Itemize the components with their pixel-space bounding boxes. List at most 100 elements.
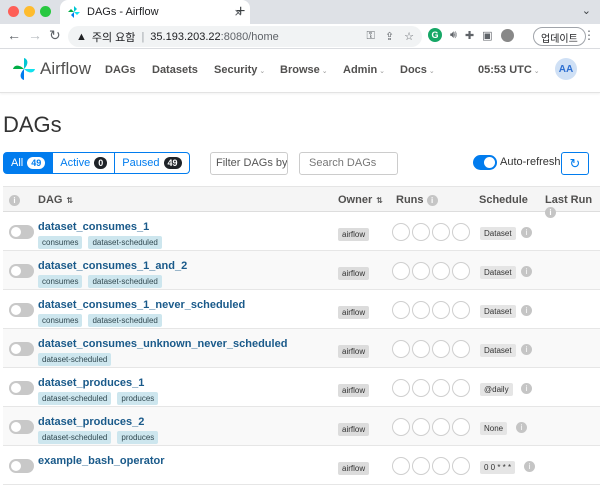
profile-icon[interactable] [500,28,514,42]
run-status-circle[interactable] [392,340,410,358]
run-status-circle[interactable] [432,340,450,358]
run-status-circle[interactable] [452,340,470,358]
dag-tag[interactable]: produces [117,392,159,405]
minimize-window-icon[interactable] [24,6,35,17]
brand-logo[interactable]: Airflow [12,57,91,81]
dag-link[interactable]: dataset_consumes_1_never_scheduled [38,299,245,311]
more-menu-icon[interactable]: ⋮ [583,28,595,42]
nav-admin[interactable]: Admin ⌄ [343,64,385,76]
schedule-badge[interactable]: @daily [480,383,513,396]
info-icon[interactable]: i [9,194,20,206]
pause-toggle[interactable] [9,303,34,317]
update-button[interactable]: 업데이트 [533,27,586,46]
filter-paused[interactable]: Paused 49 [115,152,190,174]
run-status-circle[interactable] [432,379,450,397]
run-status-circle[interactable] [412,379,430,397]
schedule-badge[interactable]: Dataset [480,227,516,240]
dag-link[interactable]: dataset_consumes_1 [38,221,149,233]
dag-tag[interactable]: produces [117,431,159,444]
nav-dags[interactable]: DAGs [105,64,136,76]
dag-link[interactable]: dataset_produces_1 [38,377,144,389]
nav-browse[interactable]: Browse ⌄ [280,64,328,76]
info-icon[interactable]: i [426,194,438,206]
dag-link[interactable]: example_bash_operator [38,455,165,467]
info-icon[interactable]: i [521,305,532,316]
run-status-circle[interactable] [452,262,470,280]
speaker-icon[interactable]: 🔊︎ [450,29,457,42]
run-status-circle[interactable] [432,262,450,280]
info-icon[interactable]: i [524,461,535,472]
schedule-badge[interactable]: None [480,422,508,435]
owner-badge[interactable]: airflow [338,345,370,358]
dag-tag[interactable]: dataset-scheduled [38,431,112,444]
run-status-circle[interactable] [452,457,470,475]
nav-datasets[interactable]: Datasets [152,64,198,76]
run-status-circle[interactable] [452,223,470,241]
run-status-circle[interactable] [412,418,430,436]
tab-search-icon[interactable]: ⌄ [582,4,591,17]
nav-docs[interactable]: Docs ⌄ [400,64,435,76]
user-avatar[interactable]: AA [555,58,577,80]
run-status-circle[interactable] [452,379,470,397]
search-input[interactable]: Search DAGs [299,152,398,175]
schedule-badge[interactable]: Dataset [480,344,516,357]
info-icon[interactable]: i [516,422,527,433]
col-owner[interactable]: Owner ⇅ [338,194,383,206]
dag-tag[interactable]: dataset-scheduled [88,236,162,249]
run-status-circle[interactable] [432,223,450,241]
run-status-circle[interactable] [392,301,410,319]
dag-link[interactable]: dataset_produces_2 [38,416,144,428]
owner-badge[interactable]: airflow [338,423,370,436]
new-tab-button[interactable]: + [236,3,245,21]
nav-security[interactable]: Security ⌄ [214,64,265,76]
run-status-circle[interactable] [452,418,470,436]
run-status-circle[interactable] [432,301,450,319]
info-icon[interactable]: i [521,227,532,238]
run-status-circle[interactable] [412,340,430,358]
run-status-circle[interactable] [412,301,430,319]
reload-icon[interactable]: ↻ [49,27,61,44]
auto-refresh-toggle[interactable] [473,155,497,170]
filter-active[interactable]: Active 0 [53,152,116,174]
utc-clock[interactable]: 05:53 UTC ⌄ [478,64,540,76]
grammarly-icon[interactable]: G [428,28,442,42]
pause-toggle[interactable] [9,264,34,278]
maximize-window-icon[interactable] [40,6,51,17]
browser-tab[interactable]: DAGs - Airflow × [60,0,250,24]
pause-toggle[interactable] [9,381,34,395]
dag-link[interactable]: dataset_consumes_1_and_2 [38,260,187,272]
run-status-circle[interactable] [432,457,450,475]
tag-filter-input[interactable]: Filter DAGs by tag [210,152,288,175]
pause-toggle[interactable] [9,459,34,473]
run-status-circle[interactable] [392,262,410,280]
dag-tag[interactable]: dataset-scheduled [88,275,162,288]
forward-icon[interactable]: → [28,27,42,43]
run-status-circle[interactable] [412,262,430,280]
info-icon[interactable]: i [521,344,532,355]
dag-tag[interactable]: consumes [38,236,83,249]
schedule-badge[interactable]: 0 0 * * * [480,461,516,474]
filter-all[interactable]: All 49 [3,152,54,174]
owner-badge[interactable]: airflow [338,228,370,241]
run-status-circle[interactable] [392,457,410,475]
dag-link[interactable]: dataset_consumes_unknown_never_scheduled [38,338,287,350]
owner-badge[interactable]: airflow [338,462,370,475]
owner-badge[interactable]: airflow [338,267,370,280]
schedule-badge[interactable]: Dataset [480,305,516,318]
owner-badge[interactable]: airflow [338,384,370,397]
address-bar[interactable]: ▲ 주의 요함 | 35.193.203.22:8080/home ⚿ ⇪ ☆ [68,26,422,47]
col-dag[interactable]: DAG ⇅ [38,194,73,206]
pause-toggle[interactable] [9,342,34,356]
bookmark-star-icon[interactable]: ☆ [404,30,414,43]
dag-tag[interactable]: dataset-scheduled [38,392,112,405]
dag-tag[interactable]: consumes [38,275,83,288]
dag-tag[interactable]: dataset-scheduled [38,353,112,366]
run-status-circle[interactable] [452,301,470,319]
sidebar-icon[interactable]: ▣ [482,29,492,42]
run-status-circle[interactable] [392,379,410,397]
info-icon[interactable]: i [521,266,532,277]
puzzle-icon[interactable]: ✚ [465,29,474,42]
run-status-circle[interactable] [432,418,450,436]
back-icon[interactable]: ← [7,27,21,43]
pause-toggle[interactable] [9,225,34,239]
